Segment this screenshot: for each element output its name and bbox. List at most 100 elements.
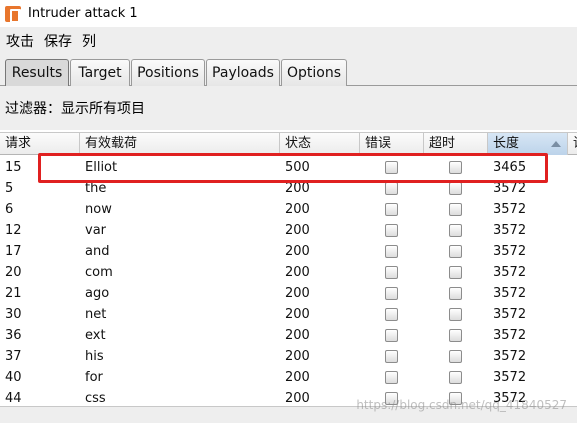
filter-bar[interactable]: 过滤器： 显示所有项目 xyxy=(0,86,577,130)
cell-status: 200 xyxy=(285,202,310,217)
table-row[interactable]: 36 ext 200 3572 xyxy=(0,325,577,346)
timeout-checkbox[interactable] xyxy=(449,371,462,384)
tab-positions[interactable]: Positions xyxy=(131,59,205,86)
table-row[interactable]: 12 var 200 3572 xyxy=(0,220,577,241)
error-checkbox[interactable] xyxy=(385,245,398,258)
cell-payload: and xyxy=(85,244,110,259)
cell-request: 36 xyxy=(5,328,22,343)
cell-length: 3572 xyxy=(493,265,527,280)
tab-payloads[interactable]: Payloads xyxy=(206,59,280,86)
cell-payload: net xyxy=(85,307,107,322)
column-header-comment[interactable]: 请 xyxy=(568,133,577,155)
table-row[interactable]: 6 now 200 3572 xyxy=(0,199,577,220)
cell-length: 3572 xyxy=(493,286,527,301)
cell-payload: css xyxy=(85,391,106,406)
table-row[interactable]: 17 and 200 3572 xyxy=(0,241,577,262)
tab-bar: Results Target Positions Payloads Option… xyxy=(0,54,577,86)
timeout-checkbox[interactable] xyxy=(449,161,462,174)
menu-columns[interactable]: 列 xyxy=(82,31,96,51)
table-row[interactable]: 40 for 200 3572 xyxy=(0,367,577,388)
cell-payload: the xyxy=(85,181,107,196)
tab-options[interactable]: Options xyxy=(281,59,347,86)
cell-payload: Elliot xyxy=(85,160,118,175)
error-checkbox[interactable] xyxy=(385,266,398,279)
timeout-checkbox[interactable] xyxy=(449,203,462,216)
cell-length: 3572 xyxy=(493,202,527,217)
watermark: https://blog.csdn.net/qq_41840527 xyxy=(356,398,567,412)
table-header: 请求 有效载荷 状态 错误 超时 长度 请 xyxy=(0,132,577,155)
cell-request: 15 xyxy=(5,160,22,175)
column-header-payload[interactable]: 有效载荷 xyxy=(80,133,280,155)
cell-status: 200 xyxy=(285,328,310,343)
cell-request: 37 xyxy=(5,349,22,364)
cell-length: 3572 xyxy=(493,223,527,238)
sort-ascending-icon xyxy=(551,141,561,147)
timeout-checkbox[interactable] xyxy=(449,308,462,321)
timeout-checkbox[interactable] xyxy=(449,329,462,342)
error-checkbox[interactable] xyxy=(385,329,398,342)
timeout-checkbox[interactable] xyxy=(449,287,462,300)
tab-target[interactable]: Target xyxy=(70,59,130,86)
cell-length: 3572 xyxy=(493,181,527,196)
error-checkbox[interactable] xyxy=(385,224,398,237)
error-checkbox[interactable] xyxy=(385,350,398,363)
table-row[interactable]: 20 com 200 3572 xyxy=(0,262,577,283)
cell-length: 3572 xyxy=(493,244,527,259)
error-checkbox[interactable] xyxy=(385,371,398,384)
cell-length: 3572 xyxy=(493,328,527,343)
cell-status: 200 xyxy=(285,349,310,364)
cell-request: 30 xyxy=(5,307,22,322)
error-checkbox[interactable] xyxy=(385,287,398,300)
timeout-checkbox[interactable] xyxy=(449,182,462,195)
cell-length: 3572 xyxy=(493,349,527,364)
cell-status: 200 xyxy=(285,244,310,259)
filter-label: 过滤器： xyxy=(5,101,61,117)
cell-request: 5 xyxy=(5,181,14,196)
title-bar: Intruder attack 1 xyxy=(0,0,577,27)
cell-status: 200 xyxy=(285,391,310,406)
timeout-checkbox[interactable] xyxy=(449,266,462,279)
table-row[interactable]: 21 ago 200 3572 xyxy=(0,283,577,304)
menu-attack[interactable]: 攻击 xyxy=(6,31,34,51)
table-row[interactable]: 15 Elliot 500 3465 xyxy=(0,157,577,178)
timeout-checkbox[interactable] xyxy=(449,224,462,237)
error-checkbox[interactable] xyxy=(385,161,398,174)
results-table[interactable]: 请求 有效载荷 状态 错误 超时 长度 请 15 Elliot 500 3465 5 th… xyxy=(0,130,577,406)
tab-results[interactable]: Results xyxy=(5,59,69,86)
menu-save[interactable]: 保存 xyxy=(44,31,72,51)
cell-request: 20 xyxy=(5,265,22,280)
cell-request: 44 xyxy=(5,391,22,406)
table-row[interactable]: 30 net 200 3572 xyxy=(0,304,577,325)
timeout-checkbox[interactable] xyxy=(449,350,462,363)
cell-status: 200 xyxy=(285,307,310,322)
cell-payload: for xyxy=(85,370,103,385)
cell-request: 17 xyxy=(5,244,22,259)
cell-status: 200 xyxy=(285,265,310,280)
cell-request: 12 xyxy=(5,223,22,238)
filter-value[interactable]: 显示所有项目 xyxy=(61,98,145,118)
cell-length: 3572 xyxy=(493,370,527,385)
error-checkbox[interactable] xyxy=(385,182,398,195)
column-header-length[interactable]: 长度 xyxy=(488,133,568,155)
error-checkbox[interactable] xyxy=(385,308,398,321)
column-header-error[interactable]: 错误 xyxy=(360,133,424,155)
cell-request: 6 xyxy=(5,202,14,217)
column-header-request[interactable]: 请求 xyxy=(0,133,80,155)
cell-length: 3572 xyxy=(493,307,527,322)
error-checkbox[interactable] xyxy=(385,203,398,216)
cell-status: 200 xyxy=(285,286,310,301)
column-header-timeout[interactable]: 超时 xyxy=(424,133,488,155)
cell-payload: ext xyxy=(85,328,106,343)
cell-payload: com xyxy=(85,265,113,280)
cell-status: 500 xyxy=(285,160,310,175)
cell-payload: ago xyxy=(85,286,110,301)
column-header-status[interactable]: 状态 xyxy=(280,133,360,155)
table-row[interactable]: 37 his 200 3572 xyxy=(0,346,577,367)
cell-payload: var xyxy=(85,223,107,238)
cell-status: 200 xyxy=(285,370,310,385)
timeout-checkbox[interactable] xyxy=(449,245,462,258)
cell-request: 21 xyxy=(5,286,22,301)
menu-bar: 攻击 保存 列 xyxy=(0,27,577,54)
cell-status: 200 xyxy=(285,223,310,238)
table-row[interactable]: 5 the 200 3572 xyxy=(0,178,577,199)
